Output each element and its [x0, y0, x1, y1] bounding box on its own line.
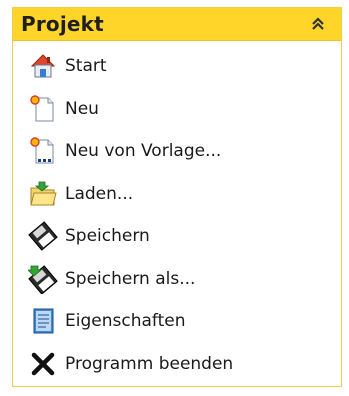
menu-item-neu[interactable]: Neu — [13, 88, 341, 131]
properties-icon — [27, 305, 59, 337]
save-as-icon — [27, 263, 59, 295]
new-from-template-icon — [27, 135, 59, 167]
menu-item-eigenschaften[interactable]: Eigenschaften — [13, 300, 341, 343]
menu-item-label: Start — [65, 56, 107, 77]
menu-item-speichern-als[interactable]: Speichern als... — [13, 258, 341, 301]
menu-item-speichern[interactable]: Speichern — [13, 215, 341, 258]
project-panel: Projekt Start Neu Neu von Vorlage... Lad… — [12, 7, 342, 387]
home-icon — [27, 50, 59, 82]
menu-item-neu-von-vorlage[interactable]: Neu von Vorlage... — [13, 130, 341, 173]
double-chevron-up-icon[interactable] — [307, 13, 329, 35]
panel-title: Projekt — [21, 12, 104, 36]
menu-item-label: Programm beenden — [65, 353, 234, 374]
menu-item-programm-beenden[interactable]: Programm beenden — [13, 343, 341, 386]
menu-item-label: Neu — [65, 98, 99, 119]
project-menu: Start Neu Neu von Vorlage... Laden... Sp… — [13, 45, 341, 385]
menu-item-label: Speichern als... — [65, 268, 196, 289]
panel-header[interactable]: Projekt — [13, 8, 341, 41]
new-document-icon — [27, 93, 59, 125]
menu-item-laden[interactable]: Laden... — [13, 173, 341, 216]
exit-icon — [27, 348, 59, 380]
menu-item-label: Laden... — [65, 183, 134, 204]
menu-item-label: Speichern — [65, 226, 150, 247]
menu-item-label: Eigenschaften — [65, 311, 186, 332]
menu-item-label: Neu von Vorlage... — [65, 141, 222, 162]
menu-item-start[interactable]: Start — [13, 45, 341, 88]
open-folder-icon — [27, 178, 59, 210]
save-disk-icon — [27, 220, 59, 252]
